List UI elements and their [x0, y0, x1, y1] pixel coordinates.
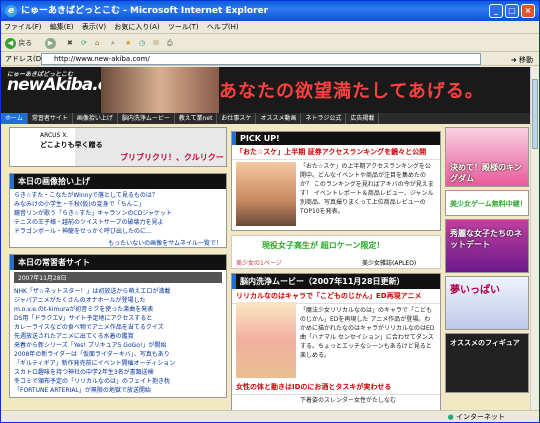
right-ad-3[interactable]: 秀麗な女子たちのネットデート [445, 219, 529, 273]
go-button[interactable]: ➜ 移動 [511, 53, 533, 67]
list-item[interactable]: ドラゴンボール・神龍をせっかく呼び出したのに... [14, 227, 222, 236]
nav-radio[interactable]: ネトラジ公式 [301, 113, 347, 124]
pickup-title: PICK UP! [232, 132, 440, 145]
stop-icon[interactable]: ✖ [67, 37, 73, 49]
site-slogan: あなたの欲望満たしてあげる。 [219, 81, 484, 102]
nav-videos[interactable]: オススメ動画 [256, 113, 302, 124]
list-item[interactable]: らき☆すた・こなたがWinnyで落として見るものは？ [14, 191, 222, 200]
standard-toolbar: ◀ 戻る ▶ ✖ ⟳ ⌂ ⌕ ★ ◷ ✉ ⎙ [1, 34, 539, 52]
banner-illustration [101, 67, 219, 113]
list-item[interactable]: テニスの王子様・越前のツイストサーブの破壊力を見よ [14, 218, 222, 227]
nav-otasuke[interactable]: お仕事スケ [217, 113, 257, 124]
mail-icon[interactable]: ✉ [153, 37, 159, 49]
browser-window: e にゅーあきばどっとこむ - Microsoft Internet Explo… [0, 0, 540, 423]
minimize-button[interactable]: _ [489, 4, 503, 18]
forward-arrow-icon: ▶ [45, 37, 56, 49]
history-icon[interactable]: ◷ [139, 37, 145, 49]
more-images-link[interactable]: もったいないの画像をサムネイル一覧で！ [10, 238, 226, 247]
globe-icon: ● [447, 413, 454, 421]
list-item[interactable]: 2008年の新ライダーは「仮面ライダーキバ」、写真もあり [14, 350, 222, 359]
right-ad-2[interactable]: 美少女ゲーム無料中継！ [445, 190, 529, 216]
list-item[interactable]: 冬コミで頒布予定の「リリカルなのは」のフェイト抱き枕 [14, 377, 222, 386]
sites-panel: 本日の常習者サイト 2007年11月28日 NHK「ザ☆ネットスター！」は初放送… [9, 254, 227, 398]
list-item[interactable]: DS用「ドラクエV」サイト予定地にアクセスすると [14, 314, 222, 323]
movie-body-2: 下着姿のスレンダー女性がたしなむ [300, 397, 397, 404]
search-icon[interactable]: ⌕ [111, 37, 115, 49]
movie-thumbnail[interactable] [236, 302, 296, 378]
nav-movies[interactable]: 脳内洗浄ムービー [118, 113, 175, 124]
pickup-photo[interactable] [236, 162, 296, 226]
nav-oshiete[interactable]: 教えて業net [175, 113, 218, 124]
arcus-ad-banner[interactable]: ARCUS X. どこよりも早く贈る ブリブリクリ！、クルリクー [9, 127, 227, 167]
nav-sites[interactable]: 常習者サイト [28, 113, 73, 124]
list-item[interactable]: スカトロ趣味を持つ神社の中学2年生3名が書類送検 [14, 368, 222, 377]
list-item[interactable]: 「ギルティギア」新作発売前にイベント開催オーディション [14, 359, 222, 368]
list-item[interactable]: 鏡音リンが歌う「らき☆すた」キャラソンのCDジャケット [14, 209, 222, 218]
title-bar: e にゅーあきばどっとこむ - Microsoft Internet Explo… [1, 1, 539, 21]
scrollbar-thumb[interactable] [532, 79, 538, 149]
movie-headline-2[interactable]: 女性の体と動きはIDのにお酒とタスキが実わせる [232, 380, 440, 395]
back-arrow-icon: ◀ [5, 37, 16, 49]
schoolgirl-ad[interactable]: 現役女子高生が 超ロケーン限定！ 美少女の1ページ 美少女雑誌(APLEO) [231, 235, 441, 269]
address-input[interactable]: http://www.new-akiba.com/ [41, 53, 481, 65]
menu-file[interactable]: ファイル(F) [4, 23, 42, 31]
pickup-headline[interactable]: 「おた☆スケ」上半期 証券アクセスランキングを鏡々と公開 [232, 145, 440, 160]
movie-title: 脳内洗浄ムービー（2007年11月28日更新） [232, 274, 440, 289]
sites-date: 2007年11月28日 [14, 272, 222, 283]
right-ad-1[interactable]: 決めて！殿様のキングダム [445, 127, 529, 187]
favorites-icon[interactable]: ★ [125, 37, 131, 49]
list-item[interactable]: カレーライスなどの食べ物でアニメ作品を当てるクイズ [14, 323, 222, 332]
address-label: アドレス(D) [5, 55, 44, 63]
menu-tools[interactable]: ツール(T) [168, 23, 199, 31]
menu-view[interactable]: 表示(V) [82, 23, 106, 31]
address-bar: アドレス(D) http://www.new-akiba.com/ ➜ 移動 [1, 52, 539, 66]
list-item[interactable]: 「FORTUNE ARTERIAL」が無限の地獄で放送開始 [14, 386, 222, 395]
site-nav: ホーム 常習者サイト 画像拾い上げ 脳内洗浄ムービー 教えて業net お仕事スケ… [1, 113, 531, 124]
menu-favorites[interactable]: お気に入り(A) [114, 23, 159, 31]
list-item[interactable]: みなみけの小学生・千秋(仮)の変身で「ちんこ」 [14, 200, 222, 209]
images-panel-title: 本日の画像拾い上げ [10, 174, 226, 189]
images-panel: 本日の画像拾い上げ らき☆すた・こなたがWinnyで落として見るものは？ みなみ… [9, 173, 227, 248]
list-item[interactable]: m.o.v.e.のt-kimuraが初音ミクを使った楽曲を発表 [14, 305, 222, 314]
print-icon[interactable]: ⎙ [167, 37, 173, 49]
menu-edit[interactable]: 編集(E) [50, 23, 74, 31]
movie-panel: 脳内洗浄ムービー（2007年11月28日更新） リリカルなのはキャラで「こどもの… [231, 273, 441, 411]
ie-logo-icon: e [5, 5, 17, 17]
back-button[interactable]: ◀ 戻る [5, 37, 32, 49]
right-column: 決めて！殿様のキングダム 美少女ゲーム無料中継！ 秀麗な女子たちのネットデート … [445, 127, 529, 411]
status-bar: ● インターネット [1, 410, 539, 422]
page-content: にゅーあきばどっとこむ newAkiba.com あなたの欲望満たしてあげる。 … [1, 67, 531, 411]
home-icon[interactable]: ⌂ [95, 37, 99, 49]
nav-ads[interactable]: 広告掲載 [346, 113, 380, 124]
forward-button[interactable]: ▶ [45, 37, 56, 49]
menu-help[interactable]: ヘルプ(H) [207, 23, 239, 31]
list-item[interactable]: 来春から新シリーズ「Yes! プリキュア5 GoGo!」が開始 [14, 341, 222, 350]
vertical-scrollbar[interactable] [530, 67, 538, 411]
list-item[interactable]: NHK「ザ☆ネットスター！」は初放送から萌えエロが満載 [14, 287, 222, 296]
maximize-button[interactable]: □ [505, 4, 519, 18]
menu-bar: ファイル(F) 編集(E) 表示(V) お気に入り(A) ツール(T) ヘルプ(… [1, 21, 539, 34]
right-ad-5[interactable]: オススメのフィギュア [445, 333, 529, 393]
nav-images[interactable]: 画像拾い上げ [73, 113, 118, 124]
pickup-panel: PICK UP! 「おた☆スケ」上半期 証券アクセスランキングを鏡々と公開 「お… [231, 131, 441, 231]
url-text: http://www.new-akiba.com/ [54, 55, 150, 63]
list-item[interactable]: ジャパアニメがたくさんのオナホールが登場した [14, 296, 222, 305]
left-column: ARCUS X. どこよりも早く贈る ブリブリクリ！、クルリクー 本日の画像拾い… [9, 127, 227, 411]
close-button[interactable]: × [521, 4, 535, 18]
right-ad-4[interactable]: 夢いっぱい [445, 276, 529, 330]
nav-home[interactable]: ホーム [1, 113, 28, 124]
window-title: にゅーあきばどっとこむ - Microsoft Internet Explore… [21, 6, 269, 16]
sites-panel-title: 本日の常習者サイト [10, 255, 226, 270]
refresh-icon[interactable]: ⟳ [81, 37, 87, 49]
center-column: PICK UP! 「おた☆スケ」上半期 証券アクセスランキングを鏡々と公開 「お… [231, 131, 441, 411]
list-item[interactable]: 先週放送されたアニメに出てくる水着の鑑賞 [14, 332, 222, 341]
security-zone: ● インターネット [447, 413, 505, 421]
site-banner: にゅーあきばどっとこむ newAkiba.com あなたの欲望満たしてあげる。 [1, 67, 531, 113]
